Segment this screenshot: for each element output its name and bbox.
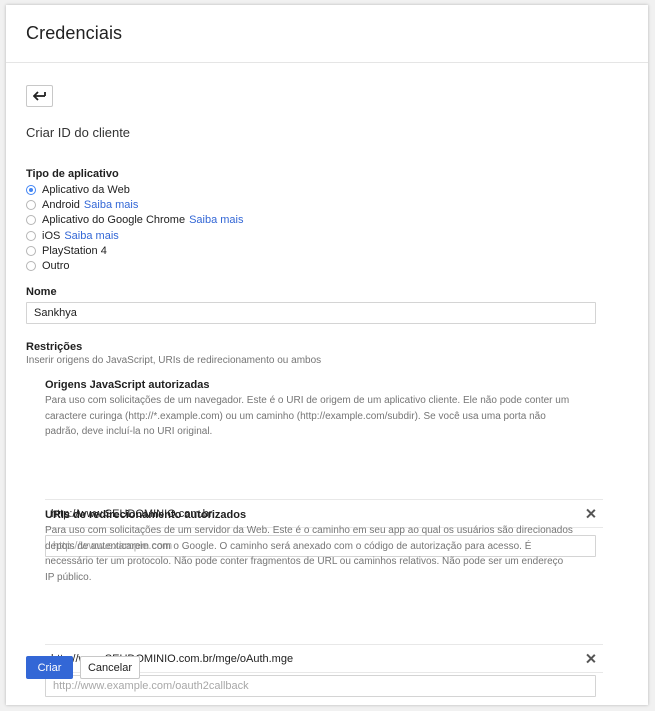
page-header: Credenciais bbox=[6, 5, 648, 63]
radio-option-ios[interactable]: iOS Saiba mais bbox=[26, 228, 244, 243]
restrictions-label: Restrições bbox=[26, 341, 83, 353]
radio-option-chrome[interactable]: Aplicativo do Google Chrome Saiba mais bbox=[26, 213, 244, 228]
description-line: Para uso com solicitações de um navegado… bbox=[45, 395, 570, 406]
redirect-uris-title: URIs de redirecionamento autorizados bbox=[45, 509, 247, 521]
radio-button[interactable] bbox=[26, 215, 36, 226]
page-title: Credenciais bbox=[26, 23, 123, 43]
radio-label: iOS bbox=[42, 229, 61, 242]
radio-label: PlayStation 4 bbox=[42, 244, 107, 257]
description-line: caractere curinga (http://*.example.com)… bbox=[45, 410, 546, 422]
radio-label: Outro bbox=[42, 260, 70, 273]
learn-more-link[interactable]: Saiba mais bbox=[84, 199, 138, 211]
radio-label: Aplicativo do Google Chrome bbox=[42, 214, 186, 227]
description-line: depois de autenticarem com o Google. O c… bbox=[45, 540, 532, 552]
back-button[interactable] bbox=[26, 85, 53, 107]
js-origins-section: Origens JavaScript autorizadas Para uso … bbox=[45, 379, 603, 557]
radio-option-android[interactable]: Android Saiba mais bbox=[26, 197, 244, 212]
radio-option-playstation[interactable]: PlayStation 4 bbox=[26, 243, 244, 258]
radio-option-web[interactable]: Aplicativo da Web bbox=[26, 182, 244, 197]
cancel-button[interactable]: Cancelar bbox=[80, 656, 140, 679]
name-label: Nome bbox=[26, 286, 57, 298]
app-type-label: Tipo de aplicativo bbox=[26, 168, 119, 180]
js-origins-title: Origens JavaScript autorizadas bbox=[45, 379, 210, 391]
radio-button[interactable] bbox=[26, 261, 36, 272]
app-type-radio-group: Aplicativo da Web Android Saiba mais Apl… bbox=[26, 182, 244, 274]
description-line: Para uso com solicitações de um servidor… bbox=[45, 525, 573, 536]
radio-label: Android bbox=[42, 198, 80, 211]
radio-label: Aplicativo da Web bbox=[42, 183, 130, 196]
redirect-uri-placeholder: http://www.example.com/oauth2callback bbox=[53, 680, 249, 692]
description-line: padrão, deve incluí-la no URI original. bbox=[45, 426, 213, 437]
learn-more-link[interactable]: Saiba mais bbox=[189, 214, 243, 226]
name-input[interactable]: Sankhya bbox=[26, 302, 596, 324]
remove-entry-close-icon[interactable] bbox=[586, 654, 595, 663]
restrictions-hint: Inserir origens do JavaScript, URIs de r… bbox=[26, 355, 322, 366]
credentials-card: Credenciais Criar ID do cliente Tipo de … bbox=[6, 5, 648, 705]
radio-button[interactable] bbox=[26, 184, 36, 195]
description-line: necessário ter um protocolo. Não pode co… bbox=[45, 556, 564, 567]
name-input-value: Sankhya bbox=[34, 307, 77, 319]
back-arrow-icon bbox=[33, 91, 46, 101]
radio-option-other[interactable]: Outro bbox=[26, 258, 244, 273]
radio-button[interactable] bbox=[26, 245, 36, 256]
radio-button[interactable] bbox=[26, 199, 36, 210]
description-line: IP público. bbox=[45, 571, 92, 583]
create-button[interactable]: Criar bbox=[26, 656, 73, 679]
redirect-uris-description: Para uso com solicitações de um servidor… bbox=[45, 523, 603, 585]
js-origins-description: Para uso com solicitações de um navegado… bbox=[45, 393, 603, 440]
radio-button[interactable] bbox=[26, 230, 36, 241]
form-subtitle: Criar ID do cliente bbox=[26, 125, 131, 140]
learn-more-link[interactable]: Saiba mais bbox=[64, 230, 118, 242]
redirect-uris-section: URIs de redirecionamento autorizados Par… bbox=[45, 509, 603, 697]
